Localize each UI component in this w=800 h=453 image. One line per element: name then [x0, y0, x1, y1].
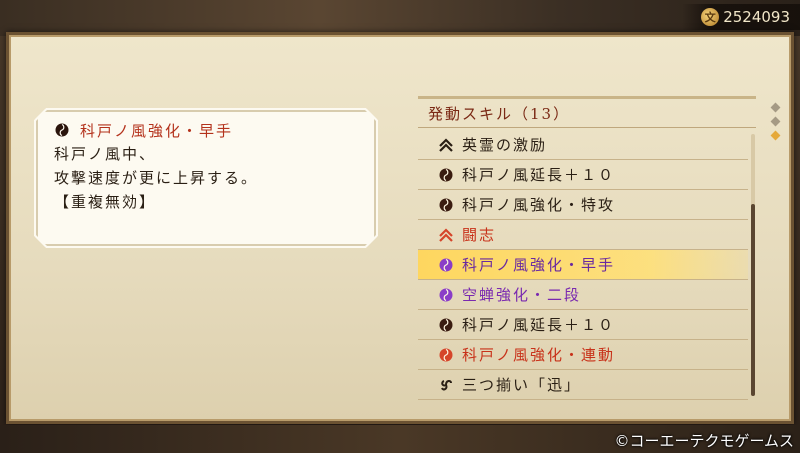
currency-display: 文 2524093	[682, 4, 800, 30]
description-line: 【重複無効】	[54, 193, 157, 211]
copyright-notice: ©コーエーテクモゲームス	[614, 432, 794, 450]
magatama-icon	[54, 122, 70, 138]
description-line: 科戸ノ風中、	[54, 145, 157, 163]
description-title: 科戸ノ風強化・早手	[80, 121, 234, 140]
skill-row[interactable]: 科戸ノ風延長＋１０	[418, 160, 748, 190]
skill-row[interactable]: 科戸ノ風強化・特攻	[418, 190, 748, 220]
skill-label: 空蝉強化・二段	[462, 286, 582, 304]
skill-row[interactable]: 三つ揃い「迅」	[418, 370, 748, 400]
skill-label: 科戸ノ風強化・特攻	[462, 196, 616, 214]
magatama-icon	[438, 197, 454, 213]
skill-row[interactable]: 英霊の激励	[418, 130, 748, 160]
skills-header: 発動スキル（13）	[418, 96, 756, 128]
skill-label: 科戸ノ風強化・連動	[462, 346, 616, 364]
magatama-icon	[438, 257, 454, 273]
coin-icon: 文	[701, 8, 720, 26]
magatama-icon	[438, 167, 454, 183]
chevron-up-icon	[438, 227, 454, 243]
chevron-up-icon	[438, 137, 454, 153]
page-indicator-dot[interactable]	[770, 116, 781, 127]
skill-list: 英霊の激励科戸ノ風延長＋１０ 科戸ノ風強化・特攻 闘志科戸ノ風強化・早手 空蝉強化・二…	[418, 130, 748, 400]
page-indicator-dot[interactable]	[770, 130, 781, 141]
magatama-icon	[438, 287, 454, 303]
skill-label: 科戸ノ風延長＋１０	[462, 166, 616, 184]
page-indicator	[770, 102, 782, 146]
skill-label: 科戸ノ風強化・早手	[462, 256, 616, 274]
skill-row[interactable]: 科戸ノ風強化・連動	[418, 340, 748, 370]
skill-description-panel: 科戸ノ風強化・早手 科戸ノ風中、 攻撃速度が更に上昇する。 【重複無効】	[34, 108, 378, 248]
triple-swirl-icon	[438, 377, 454, 393]
skill-label: 科戸ノ風延長＋１０	[462, 316, 616, 334]
page-indicator-dot[interactable]	[770, 102, 781, 113]
background-scene-top	[0, 0, 800, 36]
skill-row[interactable]: 科戸ノ風延長＋１０	[418, 310, 748, 340]
currency-value: 2524093	[723, 8, 790, 26]
skill-label: 闘志	[462, 226, 497, 244]
skill-row[interactable]: 闘志	[418, 220, 748, 250]
skill-label: 三つ揃い「迅」	[462, 376, 582, 394]
magatama-icon	[438, 347, 454, 363]
magatama-icon	[438, 317, 454, 333]
active-skills-panel: 発動スキル（13） 英霊の激励科戸ノ風延長＋１０ 科戸ノ風強化・特攻 闘志科戸ノ風強…	[418, 96, 756, 400]
skill-row[interactable]: 空蝉強化・二段	[418, 280, 748, 310]
skill-label: 英霊の激励	[462, 136, 548, 154]
scrollbar-thumb[interactable]	[751, 204, 755, 396]
description-line: 攻撃速度が更に上昇する。	[54, 169, 259, 187]
description-title-row: 科戸ノ風強化・早手	[54, 118, 360, 142]
skill-row[interactable]: 科戸ノ風強化・早手	[418, 250, 748, 280]
